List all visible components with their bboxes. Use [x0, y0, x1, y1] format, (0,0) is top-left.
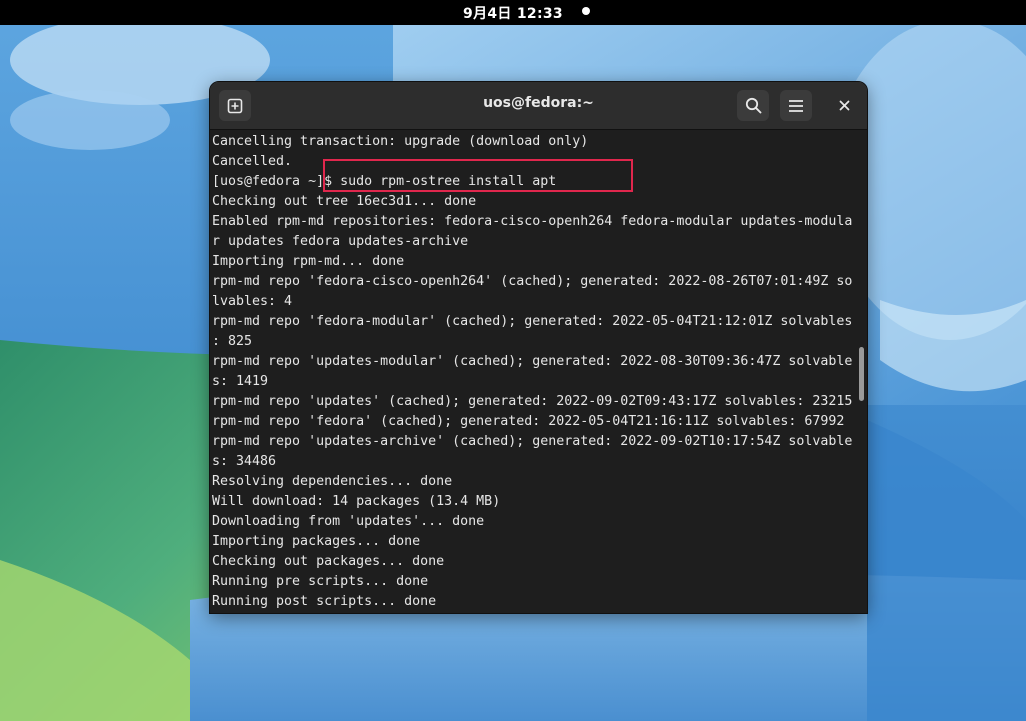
- terminal-line: rpm-md repo 'updates-modular' (cached); …: [212, 354, 853, 369]
- top-bar: 9月4日 12:33: [0, 0, 1026, 25]
- terminal-line: lvables: 4: [212, 294, 293, 309]
- terminal-line: Running pre scripts... done: [212, 574, 429, 589]
- terminal-line: Cancelling transaction: upgrade (downloa…: [212, 134, 589, 149]
- terminal-line: Importing rpm-md... done: [212, 254, 405, 269]
- clock[interactable]: 9月4日 12:33: [463, 3, 563, 23]
- terminal-line: r updates fedora updates-archive: [212, 234, 469, 249]
- close-icon: [839, 100, 849, 111]
- search-icon: [745, 97, 761, 114]
- terminal-line: rpm-md repo 'updates' (cached); generate…: [212, 394, 853, 409]
- terminal-line: Enabled rpm-md repositories: fedora-cisc…: [212, 214, 853, 229]
- terminal-line: s: 34486: [212, 454, 277, 469]
- header-bar: uos@fedora:~: [210, 82, 867, 130]
- terminal-line: Running post scripts... done: [212, 594, 437, 609]
- terminal-line: rpm-md repo 'fedora-cisco-openh264' (cac…: [212, 274, 853, 289]
- terminal-line: Checking out packages... done: [212, 554, 445, 569]
- notification-dot-icon: [582, 7, 590, 15]
- terminal-line: : 825: [212, 334, 253, 349]
- terminal-line: rpm-md repo 'fedora' (cached); generated…: [212, 414, 845, 429]
- menu-button[interactable]: [780, 90, 812, 121]
- search-button[interactable]: [737, 90, 769, 121]
- scrollbar[interactable]: [856, 130, 867, 613]
- window-title: uos@fedora:~: [483, 95, 594, 111]
- command-highlight-box: [323, 159, 633, 192]
- terminal-line: Checking out tree 16ec3d1... done: [212, 194, 477, 209]
- new-tab-icon: [227, 98, 243, 113]
- terminal-output[interactable]: Cancelling transaction: upgrade (downloa…: [210, 130, 856, 613]
- terminal-line: Resolving dependencies... done: [212, 474, 453, 489]
- close-button[interactable]: [832, 90, 856, 121]
- new-tab-button[interactable]: [219, 90, 251, 121]
- terminal-line: Will download: 14 packages (13.4 MB): [212, 494, 501, 509]
- terminal-line: s: 1419: [212, 374, 269, 389]
- terminal-line: rpm-md repo 'fedora-modular' (cached); g…: [212, 314, 853, 329]
- scrollbar-thumb[interactable]: [859, 347, 864, 401]
- terminal-line: rpm-md repo 'updates-archive' (cached); …: [212, 434, 853, 449]
- terminal-line: Importing packages... done: [212, 534, 421, 549]
- hamburger-menu-icon: [789, 99, 803, 112]
- terminal-line: Downloading from 'updates'... done: [212, 514, 485, 529]
